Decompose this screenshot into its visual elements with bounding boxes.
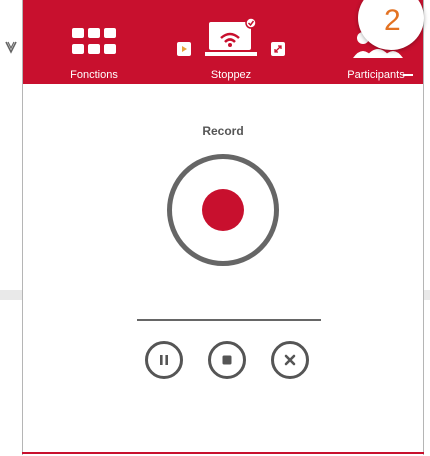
background-divider xyxy=(424,290,430,300)
close-icon xyxy=(284,354,296,366)
fonctions-label: Fonctions xyxy=(70,69,118,81)
background-divider xyxy=(0,290,22,300)
step-number: 2 xyxy=(384,4,401,37)
record-title: Record xyxy=(202,124,244,138)
left-sidebar xyxy=(0,0,22,456)
cancel-button[interactable] xyxy=(271,341,309,379)
stop-icon xyxy=(222,355,232,365)
pause-button[interactable] xyxy=(145,341,183,379)
app-logo-icon xyxy=(5,41,17,54)
record-button[interactable] xyxy=(167,154,279,266)
stoppez-label: Stoppez xyxy=(210,69,252,81)
recording-panel: Fonctions Stoppez Participants Record xyxy=(22,0,424,455)
fonctions-button[interactable]: Fonctions xyxy=(59,0,129,84)
expand-icon xyxy=(271,42,285,56)
record-icon xyxy=(202,189,244,231)
panel-bottom-border xyxy=(22,452,424,454)
stop-sharing-button[interactable]: Stoppez xyxy=(171,0,291,84)
pause-icon xyxy=(160,355,168,365)
minimize-icon[interactable] xyxy=(403,74,413,76)
progress-divider xyxy=(137,319,321,321)
grid-icon xyxy=(72,28,116,56)
stop-button[interactable] xyxy=(208,341,246,379)
screen-share-icon xyxy=(205,18,257,56)
play-icon xyxy=(177,42,191,56)
